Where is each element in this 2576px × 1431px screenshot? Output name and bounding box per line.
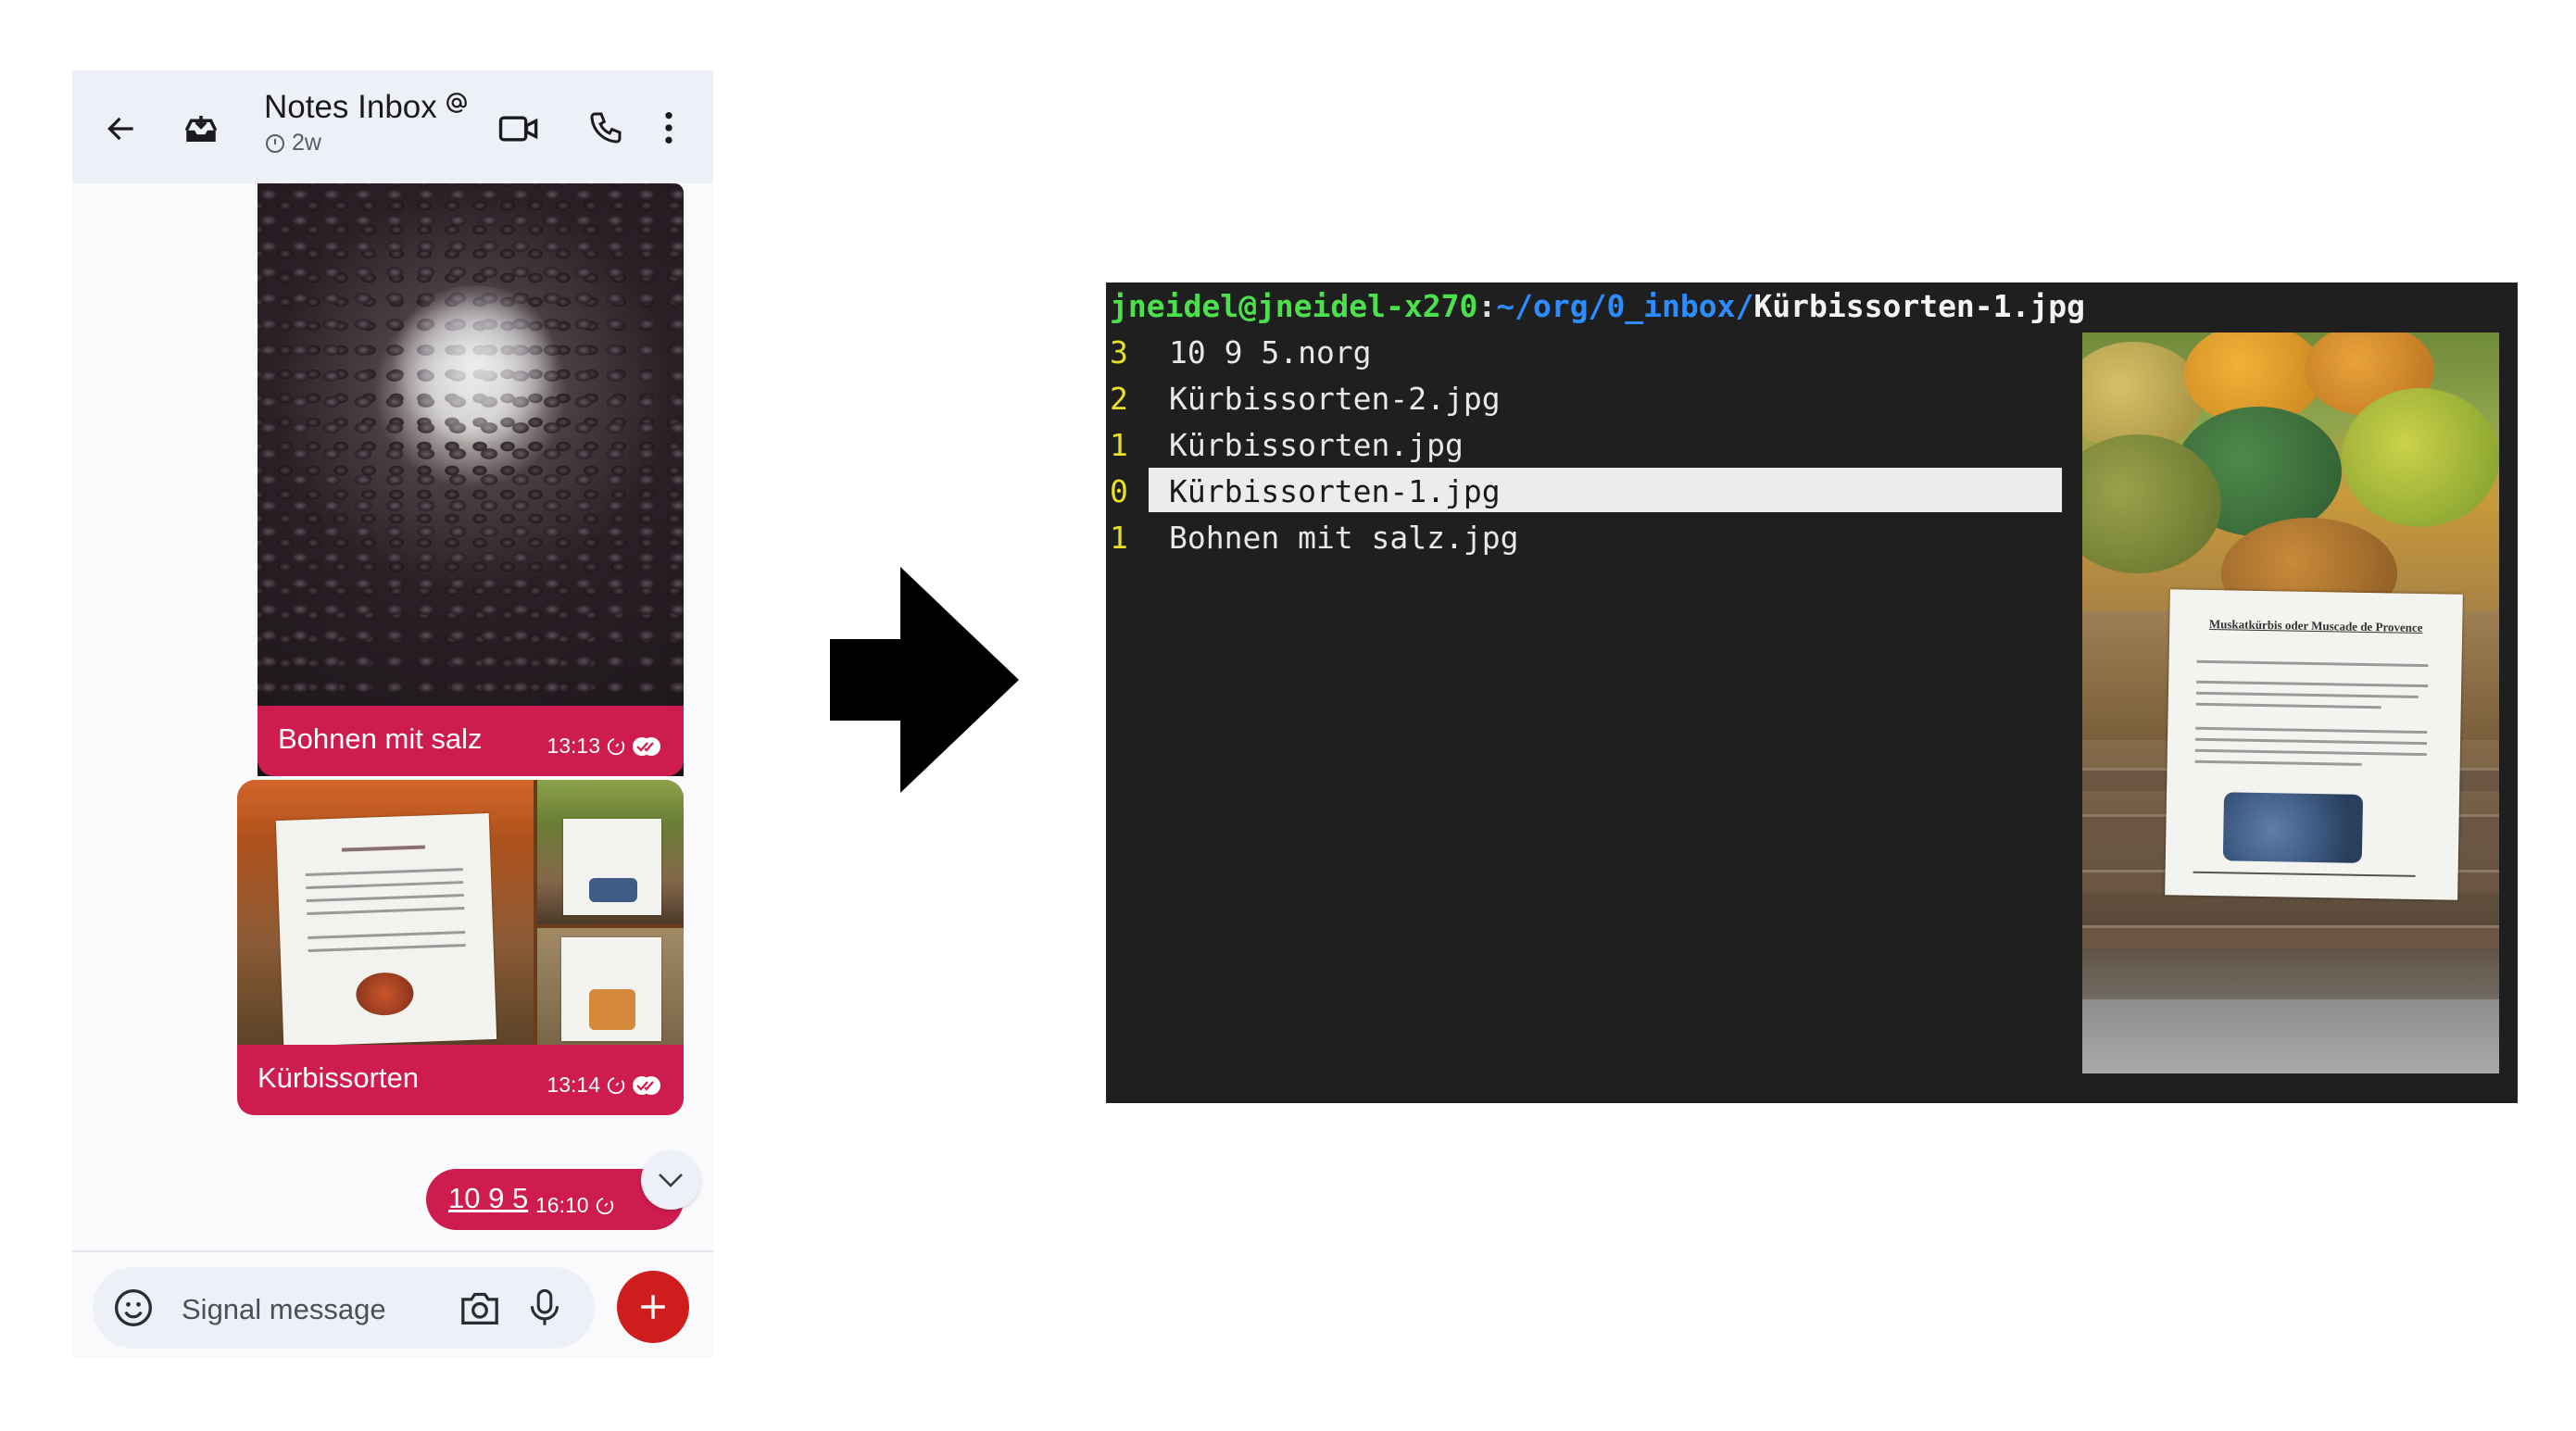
at-mention-icon	[446, 93, 468, 113]
signal-chat-screen: Notes Inbox 2w Bohnen mit salz 13:13 Kür…	[72, 70, 713, 1358]
more-options-icon[interactable]	[661, 109, 676, 146]
chat-title-block[interactable]: Notes Inbox 2w	[264, 89, 469, 157]
chat-header: Notes Inbox 2w	[72, 70, 713, 183]
terminal-prompt: jneidel@jneidel-x270:~/org/0_inbox/Kürbi…	[1110, 288, 2085, 324]
terminal-window: jneidel@jneidel-x270:~/org/0_inbox/Kürbi…	[1106, 282, 2518, 1103]
message-bubble-footer[interactable]: Kürbissorten 13:14	[237, 1045, 684, 1115]
read-receipt-icon	[633, 736, 660, 756]
disappearing-timer: 2w	[264, 130, 469, 157]
sign-text-line	[2195, 726, 2428, 734]
message-link[interactable]: 10 9 5	[448, 1182, 528, 1215]
message-time: 13:13	[547, 734, 600, 758]
microphone-icon[interactable]	[528, 1287, 561, 1328]
sign-handwriting	[2193, 871, 2416, 877]
sign-text-line	[2195, 691, 2419, 698]
message-time: 13:14	[547, 1073, 600, 1097]
camera-icon[interactable]	[459, 1289, 500, 1326]
relative-line-number: 0	[1110, 473, 1128, 509]
timer-icon	[607, 1076, 625, 1094]
read-receipt-icon	[633, 1075, 660, 1095]
salt-pile	[387, 285, 563, 443]
chat-title: Notes Inbox	[264, 89, 437, 125]
blue-pumpkin-photo	[2222, 792, 2364, 863]
message-caption: Kürbissorten	[258, 1061, 420, 1094]
collage-image-2[interactable]	[537, 780, 684, 924]
back-arrow-icon[interactable]	[104, 111, 139, 146]
message-meta: 13:14	[547, 1073, 661, 1098]
sign-paper	[275, 813, 497, 1045]
sign-text-line	[2196, 659, 2429, 668]
sign-paper	[563, 819, 661, 915]
collage-image-3[interactable]	[537, 928, 684, 1045]
gravel-ground	[2082, 999, 2499, 1073]
prompt-user-host: jneidel@jneidel-x270	[1110, 288, 1478, 324]
message-input[interactable]: Signal message	[182, 1293, 386, 1326]
sign-text-line	[2196, 680, 2429, 688]
relative-line-number: 3	[1110, 334, 1128, 370]
file-list-row[interactable]: 1 Bohnen mit salz.jpg	[1106, 514, 2062, 559]
message-bubble-footer[interactable]: Bohnen mit salz 13:13	[258, 706, 684, 776]
pumpkin-collage[interactable]	[237, 780, 684, 1045]
phone-call-icon[interactable]	[587, 109, 624, 146]
timer-icon	[607, 737, 625, 755]
beans-texture	[258, 183, 684, 776]
file-name: 10 9 5.norg	[1169, 334, 1372, 370]
sign-text-line	[2194, 759, 2362, 766]
file-list-row-selected[interactable]: 0 Kürbissorten-1.jpg	[1106, 468, 2062, 512]
file-name: Kürbissorten-2.jpg	[1169, 381, 1501, 417]
relative-line-number: 1	[1110, 427, 1128, 463]
file-name: Kürbissorten-1.jpg	[1169, 473, 1501, 509]
chevron-down-icon	[659, 1174, 683, 1187]
composer-divider	[72, 1250, 713, 1252]
pallet-board	[2082, 925, 2499, 948]
file-name: Kürbissorten.jpg	[1169, 427, 1464, 463]
sign-paper: Muskatkürbis oder Muscade de Provence	[2165, 589, 2463, 900]
relative-line-number: 1	[1110, 520, 1128, 556]
file-list-row[interactable]: 3 10 9 5.norg	[1106, 329, 2062, 373]
timer-label: 2w	[292, 130, 321, 156]
collage-image-1[interactable]	[237, 780, 534, 1045]
prompt-filename: Kürbissorten-1.jpg	[1753, 288, 2086, 324]
message-meta: 13:13	[547, 734, 661, 759]
emoji-icon[interactable]	[113, 1287, 154, 1328]
file-list-row[interactable]: 2 Kürbissorten-2.jpg	[1106, 375, 2062, 420]
inbox-avatar-icon[interactable]	[182, 109, 220, 148]
right-arrow-icon	[830, 567, 1019, 793]
sign-paper	[561, 937, 661, 1041]
scroll-to-bottom-button[interactable]	[641, 1150, 700, 1210]
message-meta: 16:10	[535, 1193, 615, 1218]
sign-text-line	[2195, 702, 2381, 709]
attach-button[interactable]	[617, 1271, 689, 1343]
sign-title: Muskatkürbis oder Muscade de Provence	[2208, 617, 2423, 635]
message-composer[interactable]: Signal message	[93, 1267, 595, 1349]
message-time: 16:10	[535, 1193, 589, 1217]
sign-text-line	[2194, 748, 2427, 757]
timer-icon	[596, 1197, 613, 1214]
file-name: Bohnen mit salz.jpg	[1169, 520, 1519, 556]
video-call-icon[interactable]	[498, 111, 539, 146]
timer-icon	[266, 133, 284, 153]
relative-line-number: 2	[1110, 381, 1128, 417]
sign-text-line	[2195, 737, 2428, 746]
plus-icon	[641, 1295, 665, 1319]
message-caption: Bohnen mit salz	[278, 722, 483, 755]
prompt-separator: :	[1477, 288, 1497, 324]
file-list-row[interactable]: 1 Kürbissorten.jpg	[1106, 421, 2062, 466]
prompt-directory: ~/org/0_inbox/	[1496, 288, 1754, 324]
beans-photo[interactable]	[258, 183, 684, 776]
image-preview: Muskatkürbis oder Muscade de Provence	[2082, 333, 2499, 1073]
pumpkin-shape	[2342, 388, 2499, 527]
